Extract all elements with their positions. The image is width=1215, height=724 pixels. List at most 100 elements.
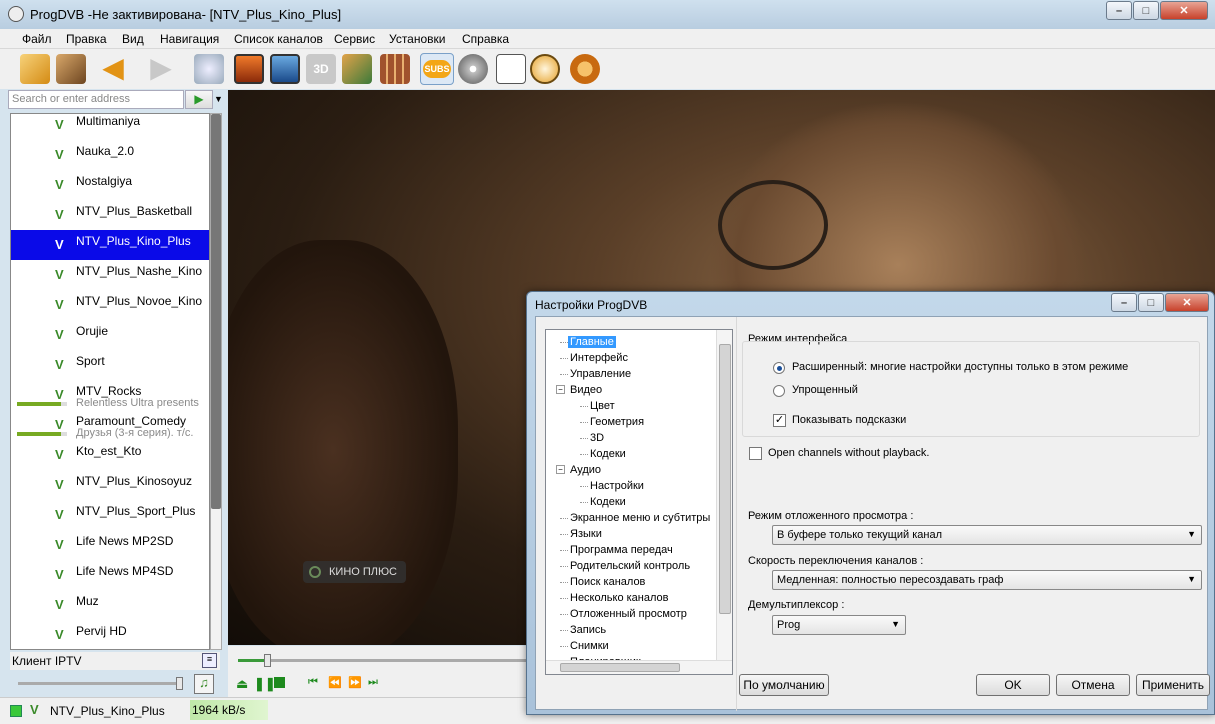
open-folder-icon[interactable] [20, 54, 50, 84]
clock-icon[interactable] [530, 54, 560, 84]
menu-edit[interactable]: Правка [66, 32, 107, 46]
radio-extended[interactable] [773, 362, 785, 374]
subs-toggle[interactable]: SUBS [420, 53, 454, 85]
3d-icon[interactable]: 3D [306, 54, 336, 84]
eject-icon[interactable]: ⏏ [236, 676, 248, 692]
tree-item[interactable]: Кодеки [590, 496, 626, 508]
channel-item[interactable]: V NTV_Plus_Kino_Plus [11, 230, 209, 260]
channel-item[interactable]: V Life News MP4SD [11, 560, 209, 590]
skip-forward-icon[interactable]: ⏭ [368, 676, 378, 689]
channel-item[interactable]: V NTV_Plus_Nashe_Kino [11, 260, 209, 290]
splitter[interactable] [736, 317, 737, 711]
channel-item[interactable]: V NTV_Plus_Sport_Plus [11, 500, 209, 530]
list-view-icon[interactable]: ≡ [202, 653, 217, 668]
menu-navigation[interactable]: Навигация [160, 32, 219, 46]
menu-settings[interactable]: Установки [389, 32, 445, 46]
mosaic-icon[interactable] [380, 54, 410, 84]
tree-item[interactable]: Геометрия [590, 416, 644, 428]
cancel-button[interactable]: Отмена [1056, 674, 1130, 696]
menu-service[interactable]: Сервис [334, 32, 375, 46]
stop-icon[interactable] [274, 677, 285, 688]
channel-item[interactable]: V Pervij HD [11, 620, 209, 649]
tree-item[interactable]: Отложенный просмотр [570, 608, 687, 620]
monitor-blue-icon[interactable] [270, 54, 300, 84]
default-button[interactable]: По умолчанию [739, 674, 829, 696]
apply-button[interactable]: Применить [1136, 674, 1210, 696]
channel-item[interactable]: V Nauka_2.0 [11, 140, 209, 170]
tree-item[interactable]: Цвет [590, 400, 615, 412]
dialog-close-button[interactable]: ✕ [1165, 293, 1209, 312]
menu-file[interactable]: Файл [22, 32, 52, 46]
skip-back-icon[interactable]: ⏮ [308, 676, 318, 689]
menu-channel-list[interactable]: Список каналов [234, 32, 323, 46]
tree-item[interactable]: Снимки [570, 640, 609, 652]
seek-thumb[interactable] [264, 654, 271, 667]
tree-item[interactable]: Главные [568, 336, 616, 348]
tree-item[interactable]: Программа передач [570, 544, 673, 556]
fast-forward-icon[interactable]: ⏩ [348, 676, 362, 689]
go-button[interactable]: ▶ [185, 90, 213, 109]
pause-icon[interactable]: ❚❚ [254, 676, 276, 692]
tree-item[interactable]: Управление [570, 368, 631, 380]
channel-item[interactable]: V Sport [11, 350, 209, 380]
tree-vertical-thumb[interactable] [719, 344, 731, 614]
close-button[interactable]: ✕ [1160, 1, 1208, 20]
audio-note-icon[interactable]: ♫ [194, 674, 214, 694]
tree-item[interactable]: Экранное меню и субтитры [570, 512, 710, 524]
channel-item[interactable]: V MTV_Rocks Relentless Ultra presents [11, 380, 209, 410]
tree-collapse-icon[interactable]: − [556, 385, 565, 394]
tree-item[interactable]: Кодеки [590, 448, 626, 460]
ok-button[interactable]: OK [976, 674, 1050, 696]
radio-simple[interactable] [773, 385, 785, 397]
disc-icon[interactable] [458, 54, 488, 84]
open-without-playback-checkbox[interactable] [749, 447, 762, 460]
tree-item[interactable]: Видео [570, 384, 602, 396]
tree-item[interactable]: Несколько каналов [570, 592, 669, 604]
channel-item[interactable]: V Multimaniya [11, 114, 209, 140]
demux-select[interactable]: Prog ▼ [772, 615, 906, 635]
channel-item[interactable]: V Orujie [11, 320, 209, 350]
monitor-icon[interactable] [234, 54, 264, 84]
menu-view[interactable]: Вид [122, 32, 144, 46]
tree-item[interactable]: Интерфейс [570, 352, 628, 364]
channel-list-scroll-thumb[interactable] [211, 114, 221, 509]
tree-item[interactable]: 3D [590, 432, 604, 444]
seek-bar[interactable] [238, 659, 528, 662]
channel-item[interactable]: V NTV_Plus_Novoe_Kino [11, 290, 209, 320]
minimize-button[interactable]: – [1106, 1, 1132, 20]
menu-help[interactable]: Справка [462, 32, 509, 46]
tree-item[interactable]: Аудио [570, 464, 601, 476]
volume-slider[interactable] [18, 682, 182, 685]
timeshift-select[interactable]: В буфере только текущий канал ▼ [772, 525, 1202, 545]
multi-screen-icon[interactable] [342, 54, 372, 84]
dialog-maximize-button[interactable]: □ [1138, 293, 1164, 312]
channel-item[interactable]: V Paramount_Comedy Друзья (3-я серия). т/с… [11, 410, 209, 440]
tree-item[interactable]: Запись [570, 624, 606, 636]
switch-speed-select[interactable]: Медленная: полностью пересоздавать граф ▼ [772, 570, 1202, 590]
channel-item[interactable]: V NTV_Plus_Basketball [11, 200, 209, 230]
tree-vertical-scrollbar[interactable] [716, 330, 732, 660]
tree-collapse-icon[interactable]: − [556, 465, 565, 474]
back-arrow-icon[interactable]: ◀ [98, 54, 128, 84]
channel-item[interactable]: V Kto_est_Kto [11, 440, 209, 470]
gear-icon[interactable] [570, 54, 600, 84]
tree-item[interactable]: Языки [570, 528, 602, 540]
address-input[interactable]: Search or enter address [8, 90, 184, 109]
maximize-button[interactable]: □ [1133, 1, 1159, 20]
search-zoom-icon[interactable] [194, 54, 224, 84]
tree-horizontal-thumb[interactable] [560, 663, 680, 672]
tree-horizontal-scrollbar[interactable] [546, 660, 732, 674]
channel-item[interactable]: V Muz [11, 590, 209, 620]
schedule-list-icon[interactable] [496, 54, 526, 84]
show-hints-checkbox[interactable]: ✓ [773, 414, 786, 427]
film-icon[interactable] [56, 54, 86, 84]
channel-item[interactable]: V Life News MP2SD [11, 530, 209, 560]
tree-item[interactable]: Настройки [590, 480, 644, 492]
channel-item[interactable]: V NTV_Plus_Kinosoyuz [11, 470, 209, 500]
channel-item[interactable]: V Nostalgiya [11, 170, 209, 200]
address-dropdown-icon[interactable]: ▼ [214, 94, 223, 104]
volume-slider-thumb[interactable] [176, 677, 183, 690]
tree-item[interactable]: Поиск каналов [570, 576, 645, 588]
dialog-minimize-button[interactable]: – [1111, 293, 1137, 312]
tree-item[interactable]: Родительский контроль [570, 560, 690, 572]
